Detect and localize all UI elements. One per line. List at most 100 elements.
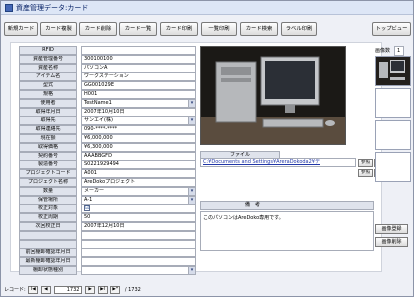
- field-value-text: ☑: [84, 205, 90, 212]
- app-icon: [5, 3, 13, 12]
- field-label: 製造番号: [19, 160, 77, 170]
- title-bar: 資産管理データ:カード: [1, 1, 413, 15]
- image-count: 画像数 1: [375, 46, 411, 56]
- field-value[interactable]: [81, 257, 196, 267]
- field-value-text: GG001029E: [84, 82, 114, 89]
- field-value[interactable]: メーカー ▾: [81, 186, 196, 196]
- field-label: [19, 239, 77, 249]
- field-label: 保管場所: [19, 195, 77, 205]
- record-number-input[interactable]: 1732: [54, 285, 83, 294]
- file-path-link[interactable]: C:¥Documents and Settings¥AreraDokoda2¥デ: [200, 158, 356, 167]
- field-value[interactable]: S0221929494: [81, 160, 196, 170]
- field-value[interactable]: ワークステーション: [81, 72, 196, 82]
- record-total: / 1732: [124, 287, 141, 293]
- field-value[interactable]: [81, 239, 196, 249]
- field-value-text: A-1: [84, 196, 93, 203]
- field-value[interactable]: H001: [81, 90, 196, 99]
- field-value[interactable]: TestName1 ▾: [81, 98, 196, 108]
- thumbnail-item[interactable]: [375, 120, 411, 150]
- computer-photo-icon: [201, 47, 345, 144]
- field-value-text: 2007年10月10日: [84, 108, 125, 115]
- print-label-button[interactable]: ラベル印刷: [281, 22, 317, 36]
- print-card-button[interactable]: カード印刷: [160, 22, 198, 36]
- field-value-text: 50: [84, 214, 91, 221]
- chevron-down-icon[interactable]: ▾: [188, 196, 195, 204]
- chevron-down-icon[interactable]: ▾: [188, 99, 195, 107]
- record-label: レコード:: [4, 287, 26, 293]
- field-value[interactable]: パソコンA: [81, 63, 196, 73]
- field-label: 前回棚卸確認年月日: [19, 248, 77, 258]
- field-label: 資産管理番号: [19, 54, 77, 64]
- field-label: 取得連絡先: [19, 125, 77, 135]
- app-window: 資産管理データ:カード 新規カード カード複製 カード削除 カード一覧 カード印…: [0, 0, 414, 297]
- chevron-down-icon[interactable]: ▾: [188, 187, 195, 195]
- toolbar: 新規カード カード複製 カード削除 カード一覧 カード印刷 一覧印刷 カード検索…: [4, 22, 412, 36]
- field-value[interactable]: ▾: [81, 266, 196, 275]
- field-value[interactable]: 090-****-****: [81, 125, 196, 135]
- field-value-text: A001: [84, 170, 97, 177]
- field-value[interactable]: A-1 ▾: [81, 195, 196, 205]
- field-value[interactable]: [81, 248, 196, 258]
- next-record-button[interactable]: ▶: [85, 285, 96, 294]
- search-card-button[interactable]: カード検索: [240, 22, 278, 36]
- asset-photo: [200, 46, 346, 145]
- delete-card-button[interactable]: カード削除: [79, 22, 117, 36]
- remarks-label: 備 考: [200, 201, 374, 210]
- field-value-text: ¥6,300,000: [84, 143, 113, 150]
- field-label: 数量: [19, 186, 77, 196]
- field-value[interactable]: サンエイ(株) ▾: [81, 116, 196, 126]
- prev-record-button[interactable]: ◀: [40, 285, 51, 294]
- field-value-text: TestName1: [84, 99, 112, 106]
- field-value[interactable]: 50: [81, 213, 196, 223]
- top-view-button[interactable]: トップビュー: [372, 22, 411, 36]
- chevron-down-icon[interactable]: ▾: [188, 117, 195, 125]
- field-value[interactable]: 300100100: [81, 54, 196, 64]
- card-list-button[interactable]: カード一覧: [119, 22, 157, 36]
- image-register-button[interactable]: 画像登録: [375, 224, 408, 234]
- thumbnail-item[interactable]: [375, 56, 411, 86]
- field-value[interactable]: 2007年10月10日: [81, 107, 196, 117]
- image-delete-button[interactable]: 画像削除: [375, 237, 408, 247]
- file-browse-button[interactable]: 参照: [358, 159, 373, 167]
- first-record-button[interactable]: I◀: [28, 285, 39, 294]
- field-value-text: S0221929494: [84, 161, 119, 168]
- field-value-text: H001: [84, 91, 98, 97]
- image-count-value: 1: [393, 46, 404, 56]
- field-value[interactable]: ☑: [81, 204, 196, 214]
- thumbnail-item[interactable]: [375, 88, 411, 118]
- field-label: RFID: [19, 46, 77, 55]
- field-value[interactable]: AreDokoプロジェクト: [81, 178, 196, 187]
- file2-browse-button[interactable]: 参照: [358, 169, 373, 177]
- field-label: 校正対象: [19, 204, 77, 214]
- field-value-text: 300100100: [84, 55, 113, 62]
- field-value[interactable]: ¥6,300,000: [81, 142, 196, 152]
- field-value-text: AAABBGFD: [84, 152, 112, 159]
- print-list-button[interactable]: 一覧印刷: [201, 22, 237, 36]
- field-value[interactable]: 2007年12月10日: [81, 222, 196, 231]
- field-value-text: 2007年12月10日: [84, 223, 125, 229]
- field-value-text: AreDokoプロジェクト: [84, 179, 136, 185]
- record-navigator: レコード: I◀ ◀ 1732 ▶ ▶I ▶* / 1732: [4, 285, 304, 295]
- last-record-button[interactable]: ▶I: [97, 285, 108, 294]
- remarks-text[interactable]: このパソコンはAreDoko専用です。: [200, 211, 374, 251]
- field-value[interactable]: ¥6,000,000: [81, 134, 196, 143]
- field-label: 校正周期: [19, 213, 77, 223]
- duplicate-card-button[interactable]: カード複製: [40, 22, 77, 36]
- field-label: 次回校正日: [19, 222, 77, 231]
- field-label: 契約番号: [19, 151, 77, 161]
- chevron-down-icon[interactable]: ▾: [188, 267, 195, 274]
- field-value[interactable]: [81, 230, 196, 240]
- field-label: [19, 230, 77, 240]
- window-title: 資産管理データ:カード: [16, 3, 89, 12]
- thumbnail-item[interactable]: [375, 152, 411, 182]
- field-value[interactable]: AAABBGFD: [81, 151, 196, 161]
- field-value[interactable]: A001: [81, 169, 196, 179]
- new-record-button[interactable]: ▶*: [110, 285, 121, 294]
- field-label: 最新棚卸確認年月日: [19, 257, 77, 267]
- field-value[interactable]: GG001029E: [81, 81, 196, 91]
- thumbnail-list: [375, 56, 411, 206]
- field-value[interactable]: [81, 46, 196, 55]
- new-card-button[interactable]: 新規カード: [4, 22, 38, 36]
- field-label: 型式: [19, 81, 77, 91]
- field-label: 現在額: [19, 134, 77, 143]
